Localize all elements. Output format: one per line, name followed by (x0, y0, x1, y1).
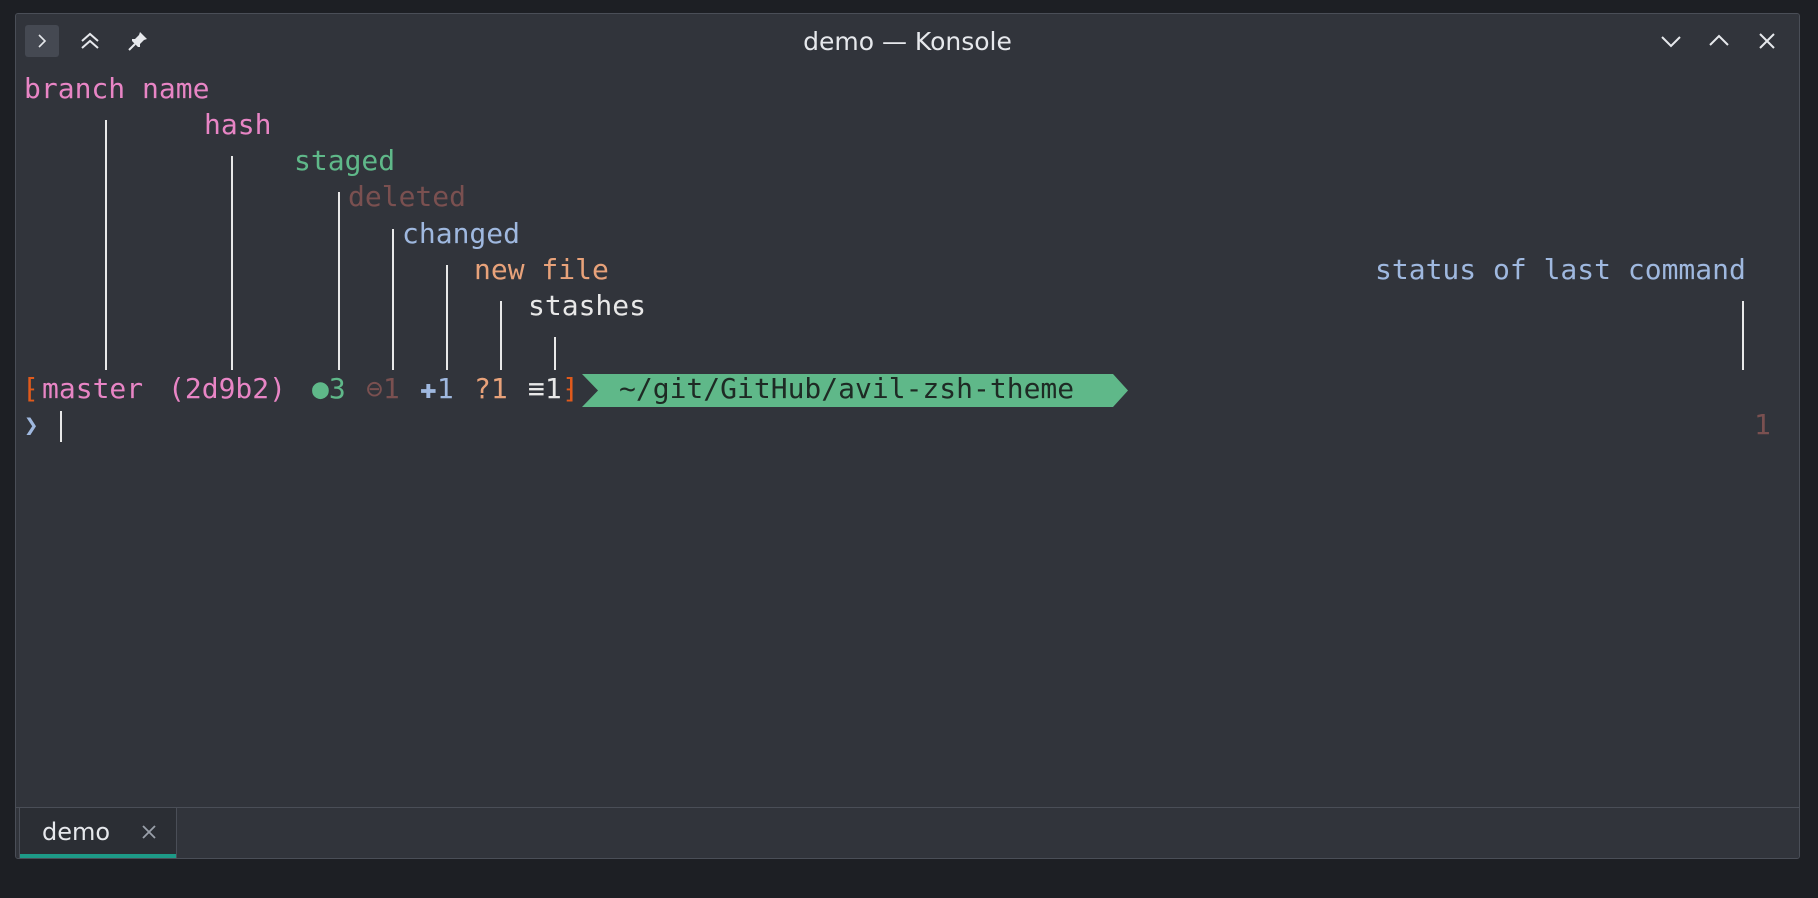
active-tab-indicator (20, 854, 176, 858)
annotation-deleted: deleted (348, 180, 467, 213)
window-title: demo — Konsole (803, 27, 1012, 56)
last-status-code: 1 (1754, 408, 1771, 441)
konsole-window: demo — Konsole branch name hash staged d… (15, 13, 1800, 859)
terminal-view[interactable]: branch name hash staged deleted changed … (16, 68, 1799, 810)
prompt-close-bracket: ⁆ (562, 372, 579, 405)
connector-staged (338, 192, 340, 370)
prompt-hash: (2d9b2) (168, 372, 287, 405)
annotation-changed: changed (402, 217, 521, 250)
connector-new-file (500, 301, 502, 370)
chevron-up-icon (1709, 34, 1729, 46)
annotation-staged: staged (294, 144, 396, 177)
text-cursor (60, 411, 62, 442)
titlebar: demo — Konsole (16, 14, 1799, 68)
prompt-changed: ✚1 (420, 372, 454, 405)
tab-demo[interactable]: demo (19, 807, 177, 858)
close-button[interactable] (1750, 25, 1784, 57)
connector-branch (105, 120, 107, 370)
prompt-new-file: ?1 (474, 372, 508, 405)
connector-status (1742, 301, 1744, 370)
close-icon[interactable] (138, 821, 160, 843)
connector-stashes (554, 337, 556, 370)
close-icon (1759, 33, 1775, 49)
annotation-branch-name: branch name (24, 72, 210, 105)
connector-deleted (392, 229, 394, 370)
prompt-branch: master (42, 372, 144, 405)
annotation-stashes: stashes (528, 289, 647, 322)
minimize-button[interactable] (1654, 25, 1688, 57)
chevron-down-icon (1661, 36, 1681, 48)
prompt-deleted: ⊖1 (366, 372, 400, 405)
annotation-new-file: new file (474, 253, 609, 286)
annotation-status: status of last command (1375, 253, 1746, 286)
prompt-staged: ●3 (312, 372, 346, 405)
prompt-stashes: ≡1 (528, 372, 562, 405)
tab-label: demo (42, 818, 111, 846)
prompt-open-bracket: ⁅ (22, 372, 39, 405)
prompt-path: ~/git/GitHub/avil-zsh-theme (619, 372, 1075, 405)
prompt-input-marker: ❯ (24, 411, 39, 439)
tab-bar: demo (16, 807, 1799, 858)
connector-hash (231, 156, 233, 370)
annotation-hash: hash (204, 108, 272, 141)
connector-changed (446, 265, 448, 370)
maximize-button[interactable] (1702, 25, 1736, 57)
